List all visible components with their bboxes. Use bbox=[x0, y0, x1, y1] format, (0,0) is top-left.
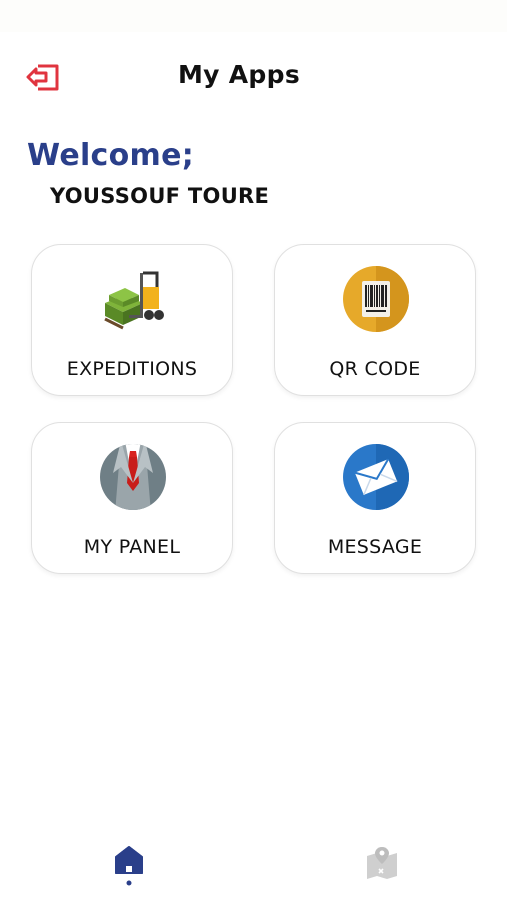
expeditions-card[interactable]: EXPEDITIONS bbox=[31, 244, 233, 396]
forklift-icon bbox=[104, 271, 164, 330]
user-name: YOUSSOUF TOURE bbox=[50, 184, 270, 208]
card-label: MESSAGE bbox=[327, 536, 423, 558]
card-label: EXPEDITIONS bbox=[66, 358, 198, 380]
map-icon bbox=[367, 847, 397, 879]
barcode-icon bbox=[343, 266, 409, 332]
message-card[interactable]: MESSAGE bbox=[274, 422, 476, 574]
welcome-text: Welcome; bbox=[27, 138, 195, 173]
qr-code-card[interactable]: QR CODE bbox=[274, 244, 476, 396]
card-label: MY PANEL bbox=[83, 536, 181, 558]
home-icon bbox=[115, 846, 143, 886]
envelope-icon bbox=[343, 444, 409, 510]
page-title: My Apps bbox=[178, 60, 300, 89]
nav-map[interactable] bbox=[364, 844, 400, 880]
active-indicator bbox=[126, 880, 132, 886]
suit-icon bbox=[100, 444, 166, 510]
card-label: QR CODE bbox=[329, 358, 421, 380]
my-panel-card[interactable]: MY PANEL bbox=[31, 422, 233, 574]
status-bar bbox=[0, 0, 507, 32]
nav-home[interactable] bbox=[113, 843, 145, 889]
